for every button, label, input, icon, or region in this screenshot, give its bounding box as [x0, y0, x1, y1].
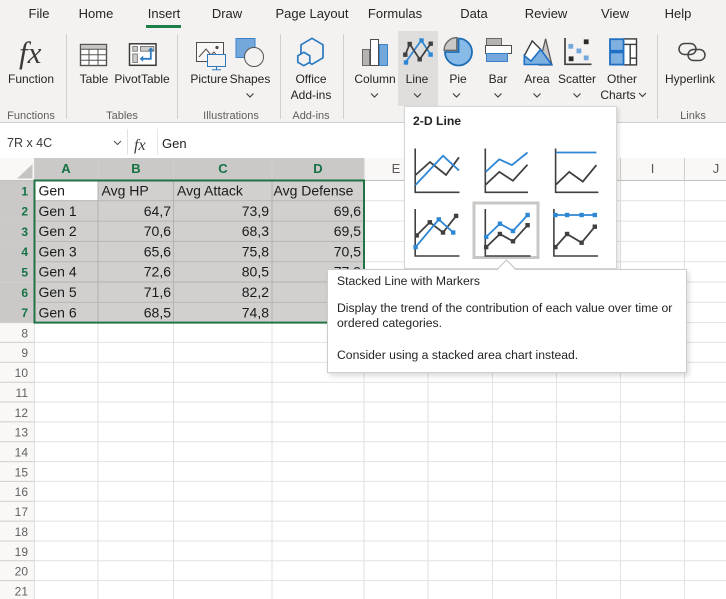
svg-text:1: 1: [21, 184, 28, 198]
svg-text:19: 19: [15, 545, 29, 559]
svg-text:74,8: 74,8: [242, 304, 269, 320]
svg-text:D: D: [313, 161, 322, 176]
svg-text:15: 15: [15, 465, 29, 479]
svg-text:Avg Attack: Avg Attack: [177, 183, 244, 199]
svg-text:Gen 3: Gen 3: [39, 243, 77, 259]
svg-text:13: 13: [15, 426, 29, 440]
svg-text:11: 11: [16, 386, 29, 400]
svg-text:Avg Defense: Avg Defense: [274, 183, 354, 199]
svg-text:20: 20: [15, 565, 29, 579]
svg-text:75,8: 75,8: [242, 243, 269, 259]
svg-text:10: 10: [15, 366, 29, 380]
svg-text:14: 14: [15, 446, 29, 460]
svg-text:12: 12: [15, 406, 29, 420]
svg-text:68,3: 68,3: [242, 223, 269, 239]
svg-text:Gen: Gen: [39, 183, 65, 199]
svg-text:80,5: 80,5: [242, 264, 269, 280]
svg-text:I: I: [651, 161, 655, 176]
svg-text:69,5: 69,5: [334, 223, 361, 239]
svg-text:3: 3: [21, 225, 28, 239]
svg-text:70,6: 70,6: [144, 223, 171, 239]
svg-text:65,6: 65,6: [144, 243, 171, 259]
svg-text:Avg HP: Avg HP: [102, 183, 149, 199]
svg-text:17: 17: [15, 505, 29, 519]
svg-text:7: 7: [21, 306, 28, 320]
svg-text:A: A: [61, 161, 71, 176]
svg-text:C: C: [218, 161, 228, 176]
svg-text:Gen 5: Gen 5: [39, 284, 77, 300]
svg-text:70,5: 70,5: [334, 243, 361, 259]
svg-text:8: 8: [21, 326, 28, 340]
svg-text:68,5: 68,5: [144, 304, 171, 320]
svg-text:16: 16: [15, 485, 29, 499]
svg-text:B: B: [131, 161, 140, 176]
svg-text:6: 6: [21, 286, 28, 300]
svg-text:82,2: 82,2: [242, 284, 269, 300]
svg-text:fx: fx: [19, 35, 42, 70]
svg-text:21: 21: [15, 584, 29, 598]
svg-text:73,9: 73,9: [242, 203, 269, 219]
svg-text:18: 18: [15, 525, 29, 539]
svg-text:69,6: 69,6: [334, 203, 361, 219]
svg-text:Gen 4: Gen 4: [39, 264, 77, 280]
svg-text:9: 9: [21, 346, 28, 360]
svg-text:5: 5: [21, 266, 28, 280]
svg-text:2: 2: [21, 205, 28, 219]
svg-text:J: J: [713, 161, 720, 176]
svg-text:71,6: 71,6: [144, 284, 171, 300]
svg-text:Gen 1: Gen 1: [39, 203, 77, 219]
svg-text:64,7: 64,7: [144, 203, 171, 219]
svg-text:72,6: 72,6: [144, 264, 171, 280]
svg-text:Gen 6: Gen 6: [39, 304, 77, 320]
svg-text:4: 4: [21, 245, 28, 259]
svg-text:E: E: [392, 161, 401, 176]
svg-text:fx: fx: [134, 137, 146, 154]
svg-text:Gen 2: Gen 2: [39, 223, 77, 239]
